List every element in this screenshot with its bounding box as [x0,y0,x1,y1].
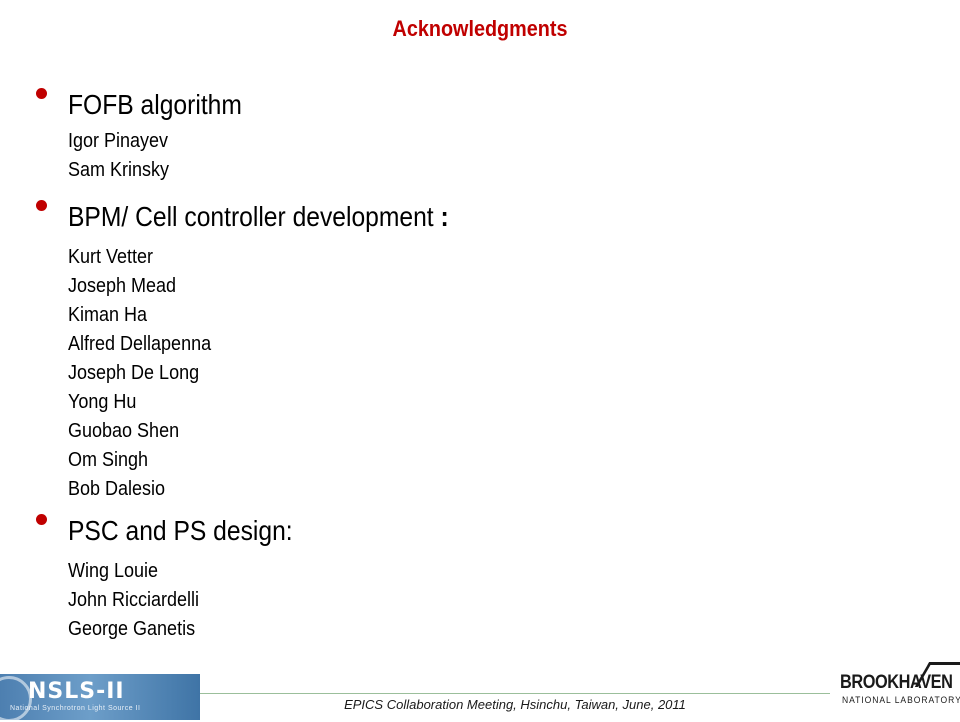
list-item: Bob Dalesio [68,478,166,500]
section-heading: PSC and PS design: [68,515,293,546]
list-item: Alfred Dellapenna [68,333,212,355]
list-item: Om Singh [68,449,149,471]
list-item: John Ricciardelli [68,589,200,611]
list-item: Wing Louie [68,560,159,582]
slide-title: Acknowledgments [392,16,568,41]
bullet-icon [36,514,47,525]
name-list: Igor Pinayev Sam Krinsky [68,126,169,184]
name-list: Wing Louie John Ricciardelli George Gane… [68,556,199,643]
nsls-logo-subtitle: National Synchrotron Light Source II [10,705,141,712]
footer-divider [200,693,830,694]
bullet-icon [36,88,47,99]
section-heading: FOFB algorithm [68,89,242,120]
brookhaven-logo-subtitle: NATIONAL LABORATORY [842,695,960,705]
list-item: George Ganetis [68,618,196,640]
list-item: Yong Hu [68,391,137,413]
nsls-logo-mark: NSLS-II [28,679,125,704]
list-item: Joseph De Long [68,362,200,384]
brookhaven-logo: BROOKHAVEN NATIONAL LABORATORY [830,662,960,720]
list-item: Kiman Ha [68,304,148,326]
list-item: Sam Krinsky [68,159,170,181]
name-list: Kurt Vetter Joseph Mead Kiman Ha Alfred … [68,242,211,503]
list-item: Igor Pinayev [68,130,169,152]
list-item: Kurt Vetter [68,246,154,268]
section-heading-text: BPM/ Cell controller development [68,201,434,232]
list-item: Guobao Shen [68,420,180,442]
brookhaven-logo-word: BROOKHAVEN [840,672,953,693]
nsls-ii-logo: NSLS-II National Synchrotron Light Sourc… [0,674,200,722]
footer-text: EPICS Collaboration Meeting, Hsinchu, Ta… [344,697,686,712]
section-heading: BPM/ Cell controller development : [68,200,449,234]
section-heading-colon: : [440,201,449,232]
slide: Acknowledgments FOFB algorithm Igor Pina… [0,0,960,722]
bullet-icon [36,200,47,211]
list-item: Joseph Mead [68,275,177,297]
